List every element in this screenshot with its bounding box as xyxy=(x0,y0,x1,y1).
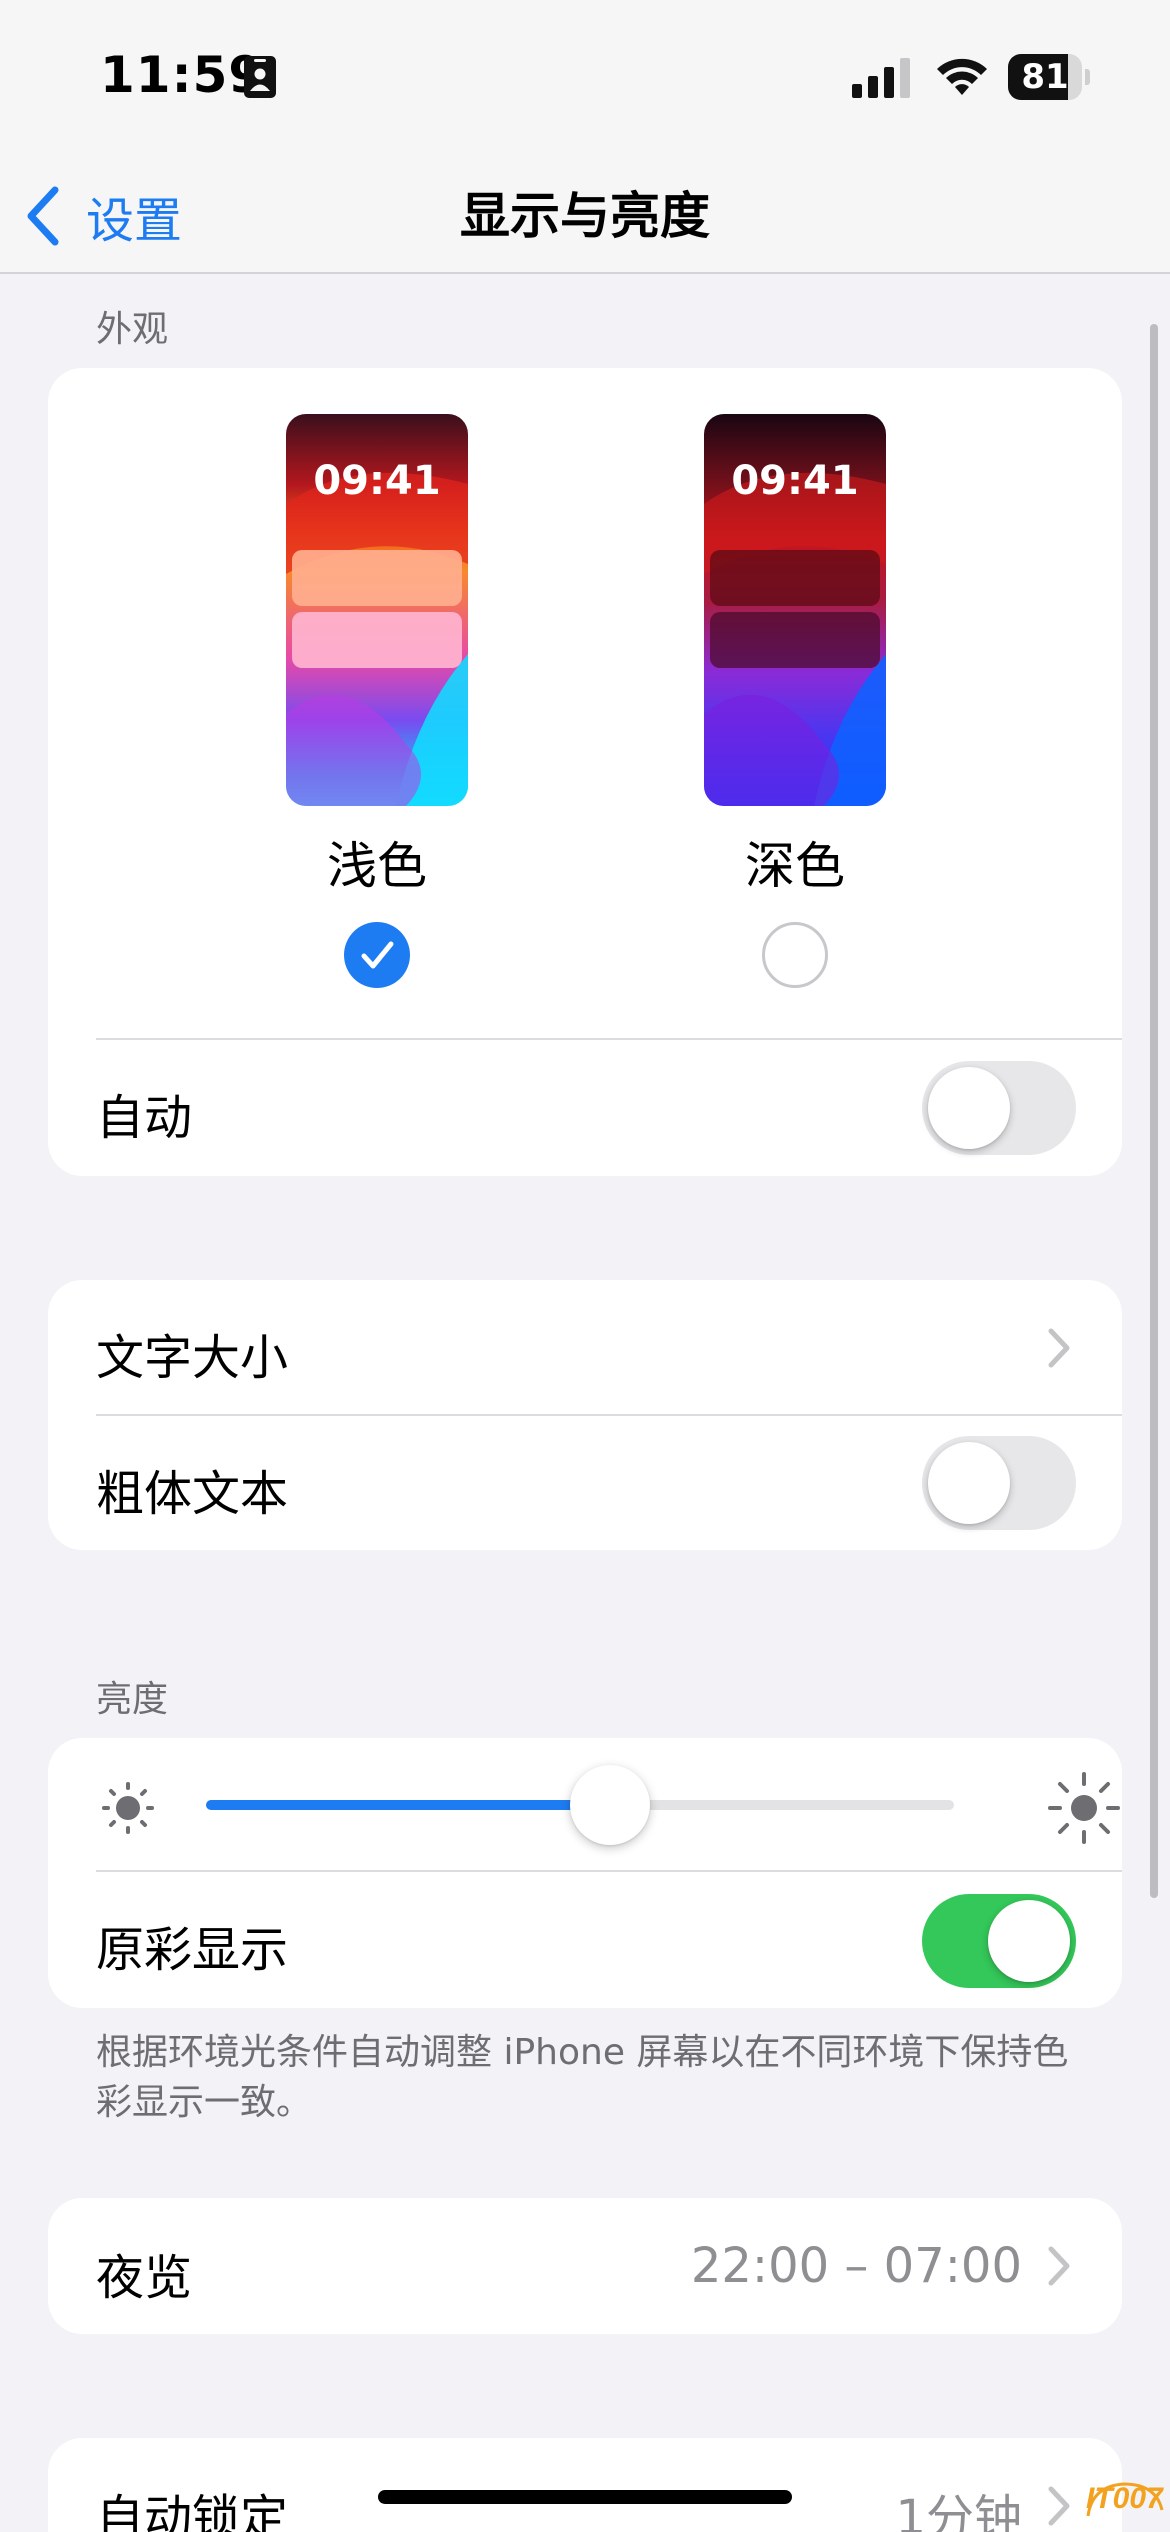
bold-text-label: 粗体文本 xyxy=(96,1466,289,1522)
contact-card-icon xyxy=(244,56,276,98)
light-preview-notification xyxy=(292,612,462,668)
back-label: 设置 xyxy=(86,193,183,249)
chevron-right-icon xyxy=(1048,2486,1070,2526)
navigation-bar: 显示与亮度 设置 xyxy=(0,160,1170,274)
auto-lock-row[interactable]: 自动锁定 1分钟 xyxy=(48,2438,1122,2532)
auto-lock-label: 自动锁定 xyxy=(96,2490,289,2532)
auto-lock-card: 自动锁定 1分钟 xyxy=(48,2438,1122,2532)
watermark-text: IT007 xyxy=(1086,2482,1163,2515)
checkmark-icon xyxy=(361,941,394,969)
chevron-left-icon xyxy=(27,186,59,246)
text-size-label: 文字大小 xyxy=(96,1330,289,1386)
battery-level: 81 xyxy=(1021,57,1069,97)
chevron-right-icon xyxy=(1048,1328,1070,1368)
auto-appearance-toggle[interactable] xyxy=(922,1061,1076,1155)
brightness-card: 原彩显示 xyxy=(48,1738,1122,2008)
light-preview-notification xyxy=(292,550,462,606)
light-preview-time: 09:41 xyxy=(313,458,441,504)
chevron-right-icon xyxy=(1048,2246,1070,2286)
back-button[interactable]: 设置 xyxy=(22,176,182,256)
watermark-logo: IT007 xyxy=(1082,2476,1166,2532)
scroll-indicator[interactable] xyxy=(1150,324,1158,1898)
true-tone-label: 原彩显示 xyxy=(96,1922,289,1978)
wifi-icon xyxy=(937,58,987,95)
dark-mode-label: 深色 xyxy=(745,837,845,895)
cellular-signal-icon xyxy=(852,58,910,98)
brightness-slider[interactable] xyxy=(206,1765,954,1845)
night-shift-row[interactable]: 夜览 22:00 – 07:00 xyxy=(48,2198,1122,2334)
sun-small-icon xyxy=(102,1782,154,1834)
brightness-slider-row xyxy=(48,1738,1122,1870)
text-size-row[interactable]: 文字大小 xyxy=(48,1280,1122,1414)
light-mode-radio[interactable] xyxy=(344,922,410,988)
dark-preview-notification xyxy=(710,612,880,668)
light-mode-label: 浅色 xyxy=(327,837,427,895)
dark-preview-notification xyxy=(710,550,880,606)
dark-mode-radio[interactable] xyxy=(762,922,828,988)
brightness-slider-fill xyxy=(206,1800,610,1810)
sun-large-icon xyxy=(1048,1772,1120,1844)
status-bar: 11:59 81 xyxy=(0,0,1170,160)
battery-icon: 81 xyxy=(1008,54,1090,100)
night-shift-label: 夜览 xyxy=(96,2250,193,2306)
home-indicator[interactable] xyxy=(378,2490,792,2504)
bold-text-toggle[interactable] xyxy=(922,1436,1076,1530)
true-tone-row: 原彩显示 xyxy=(48,1872,1122,2008)
auto-lock-value: 1分钟 xyxy=(895,2490,1022,2532)
section-header-brightness: 亮度 xyxy=(96,1679,169,1720)
true-tone-toggle[interactable] xyxy=(922,1894,1076,1988)
section-header-appearance: 外观 xyxy=(96,309,169,350)
dark-mode-preview[interactable]: 09:41 xyxy=(704,414,886,806)
auto-appearance-row: 自动 xyxy=(48,1040,1122,1176)
bold-text-row: 粗体文本 xyxy=(48,1416,1122,1550)
night-shift-card: 夜览 22:00 – 07:00 xyxy=(48,2198,1122,2334)
dark-preview-time: 09:41 xyxy=(731,458,859,504)
light-mode-preview[interactable]: 09:41 xyxy=(286,414,468,806)
brightness-slider-thumb[interactable] xyxy=(569,1765,650,1845)
night-shift-value: 22:00 – 07:00 xyxy=(690,2238,1022,2294)
auto-appearance-label: 自动 xyxy=(96,1090,193,1146)
appearance-card: 09:41 浅色 09:41 深色 自动 xyxy=(48,368,1122,1176)
status-time: 11:59 xyxy=(100,46,265,104)
true-tone-footnote: 根据环境光条件自动调整 iPhone 屏幕以在不同环境下保持色彩显示一致。 xyxy=(96,2032,1069,2123)
text-settings-card: 文字大小 粗体文本 xyxy=(48,1280,1122,1550)
